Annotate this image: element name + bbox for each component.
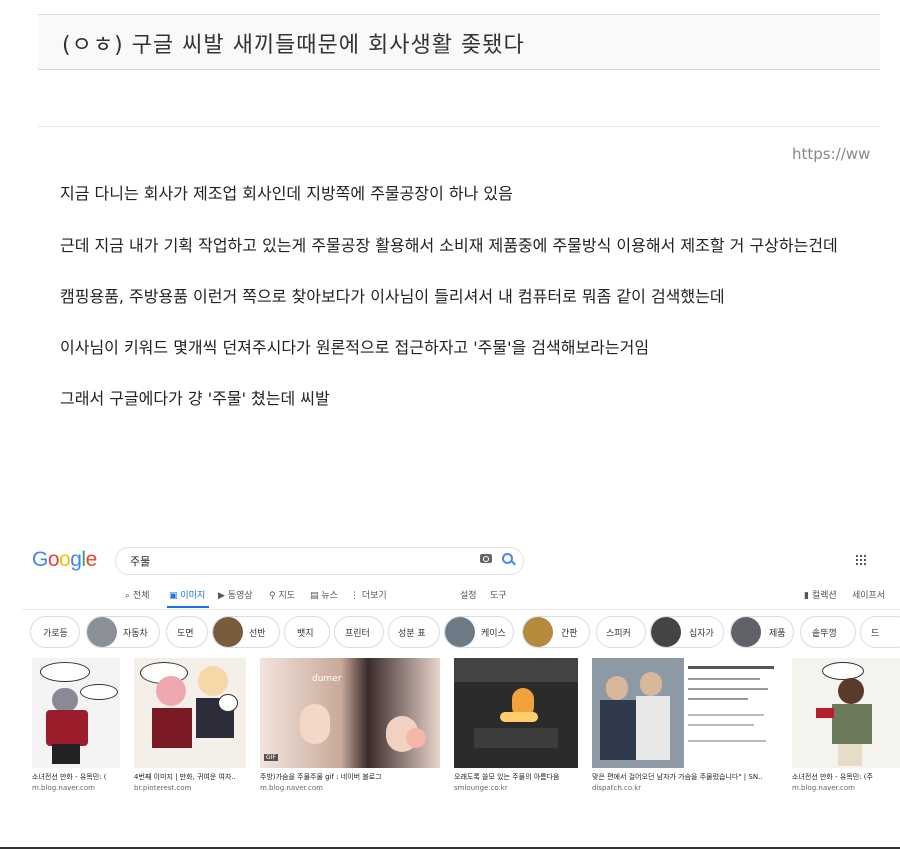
chip-drawing[interactable]: 도면 xyxy=(166,616,208,648)
chip-thumbnail xyxy=(523,617,553,647)
result-image[interactable]: dumer GIF xyxy=(260,658,440,768)
chip-speaker[interactable]: 스피커 xyxy=(596,616,646,648)
chip-thumbnail xyxy=(87,617,117,647)
chip-sign[interactable]: 간판 xyxy=(522,616,590,648)
result-source: dispatch.co.kr xyxy=(592,784,642,792)
paragraph: 근데 지금 내가 기획 작업하고 있는게 주물공장 활용해서 소비재 제품중에 … xyxy=(60,236,838,255)
chip-printer[interactable]: 프린터 xyxy=(334,616,384,648)
result-title[interactable]: 주방)가슴을 주물주물 gif : 네이버 블로그 xyxy=(260,772,440,782)
post-title: (ㅇㅎ) 구글 씨발 새끼들때문에 회사생활 좆됐다 xyxy=(62,33,525,58)
paragraph: 이사님이 키워드 몇개씩 던져주시다가 원론적으로 접근하자고 '주물'을 검색… xyxy=(60,338,650,357)
chip-thumbnail xyxy=(213,617,243,647)
search-input[interactable]: 주물 xyxy=(130,553,150,569)
chip-badge[interactable]: 뱃지 xyxy=(284,616,330,648)
google-screenshot: Google 주물 ⌕ 전체 ▣ 이미지 ▶ 동영상 ⚲ 지도 ▤ 뉴스 ⋮ 더… xyxy=(22,538,900,808)
bookmark-icon: ▮ xyxy=(804,591,809,601)
tab-news[interactable]: ▤ 뉴스 xyxy=(310,588,338,601)
tools-link[interactable]: 도구 xyxy=(490,588,507,601)
result-image[interactable] xyxy=(592,658,778,768)
tabs-divider xyxy=(22,609,900,610)
chip-more[interactable]: 드 xyxy=(860,616,900,648)
title-divider xyxy=(38,126,880,127)
result-source: m.blog.naver.com xyxy=(792,784,855,792)
result-image[interactable] xyxy=(32,658,120,768)
chip-product[interactable]: 제품 xyxy=(730,616,794,648)
result-title[interactable]: 오래도록 쓸모 있는 주물의 아름다움 xyxy=(454,772,578,782)
result-title[interactable]: 소녀전선 만화 - 유목민: ( xyxy=(32,772,120,782)
chip-lathe[interactable]: 선반 xyxy=(212,616,280,648)
search-icon: ⌕ xyxy=(125,591,131,601)
chip-thumbnail xyxy=(731,617,761,647)
result-image[interactable] xyxy=(454,658,578,768)
chip-streetlight[interactable]: 가로등 xyxy=(30,616,80,648)
result-source: m.blog.naver.com xyxy=(260,784,323,792)
image-icon: ▣ xyxy=(169,591,178,601)
chip-case[interactable]: 케이스 xyxy=(444,616,514,648)
map-pin-icon: ⚲ xyxy=(269,591,276,601)
apps-grid-icon[interactable] xyxy=(856,555,868,567)
news-icon: ▤ xyxy=(310,591,319,601)
active-tab-indicator xyxy=(167,606,209,608)
camera-icon[interactable] xyxy=(480,554,492,563)
tab-all[interactable]: ⌕ 전체 xyxy=(125,588,149,601)
source-url[interactable]: https://ww xyxy=(792,145,900,163)
watermark: dumer xyxy=(312,674,342,684)
post-title-bar: (ㅇㅎ) 구글 씨발 새끼들때문에 회사생활 좆됐다 xyxy=(38,14,880,70)
paragraph: 그래서 구글에다가 걍 '주물' 쳤는데 씨발 xyxy=(60,389,330,408)
gif-badge: GIF xyxy=(264,754,278,761)
result-source: m.blog.naver.com xyxy=(32,784,95,792)
chip-cross[interactable]: 십자가 xyxy=(650,616,724,648)
safesearch-link[interactable]: 세이프서 xyxy=(852,588,885,601)
result-source: br.pinterest.com xyxy=(134,784,192,792)
tab-images[interactable]: ▣ 이미지 xyxy=(169,588,205,601)
search-box[interactable]: 주물 xyxy=(115,547,524,575)
result-title[interactable]: 소녀전선 만화 - 유목민: (주 xyxy=(792,772,900,782)
chip-car[interactable]: 자동차 xyxy=(86,616,160,648)
tab-videos[interactable]: ▶ 동영상 xyxy=(218,588,253,601)
chip-ingredients[interactable]: 성분 표 xyxy=(388,616,440,648)
result-title[interactable]: 맞은 편에서 걸어오던 남자가 가슴을 주물렀습니다" | SN.. xyxy=(592,772,778,782)
google-logo[interactable]: Google xyxy=(32,548,97,572)
paragraph: 캠핑용품, 주방용품 이런거 쪽으로 찾아보다가 이사님이 들리셔서 내 컴퓨터… xyxy=(60,287,725,306)
paragraph: 지금 다니는 회사가 제조업 회사인데 지방쪽에 주물공장이 하나 있음 xyxy=(60,184,513,203)
chip-thumbnail xyxy=(445,617,475,647)
result-title[interactable]: 4번째 이미지 | 만화, 귀여운 여자.. xyxy=(134,772,246,782)
result-image[interactable] xyxy=(134,658,246,768)
more-icon: ⋮ xyxy=(350,591,359,601)
chip-pot-lid[interactable]: 솥뚜껑 xyxy=(800,616,856,648)
search-icon[interactable] xyxy=(502,553,513,564)
tab-more[interactable]: ⋮ 더보기 xyxy=(350,588,387,601)
collection-link[interactable]: ▮ 컬렉션 xyxy=(804,588,837,601)
video-icon: ▶ xyxy=(218,591,225,601)
chip-thumbnail xyxy=(651,617,681,647)
result-image[interactable] xyxy=(792,658,900,768)
tab-maps[interactable]: ⚲ 지도 xyxy=(269,588,295,601)
result-source: smlounge.co.kr xyxy=(454,784,508,792)
settings-link[interactable]: 설정 xyxy=(460,588,477,601)
